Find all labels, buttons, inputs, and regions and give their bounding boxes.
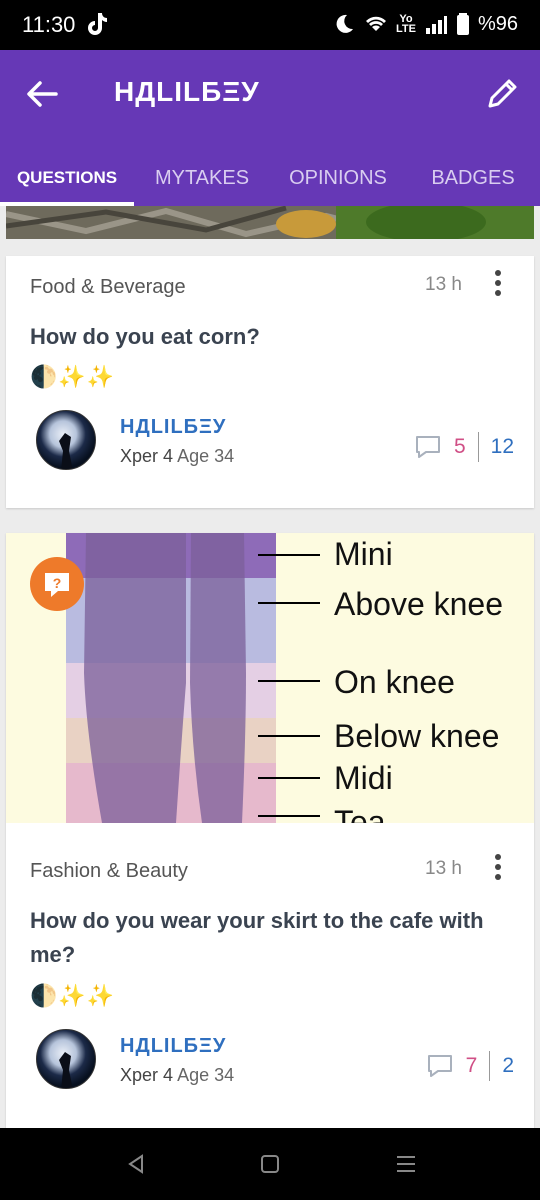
battery-icon — [456, 13, 469, 35]
tiktok-icon — [88, 13, 107, 35]
chart-label-on-knee: On knee — [334, 664, 455, 700]
vote-count: 2 — [502, 1054, 514, 1077]
status-right: Yo LTE %96 — [332, 12, 518, 36]
post-image-partial — [6, 206, 534, 239]
skirt-length-chart-image: Mini Above knee On knee Below knee Midi … — [6, 533, 534, 823]
back-arrow-icon[interactable] — [22, 76, 62, 112]
question-badge-icon: ? — [30, 557, 84, 611]
xper-level: Xper 4 — [120, 446, 174, 466]
post-stats: 5 12 — [414, 432, 514, 462]
comment-icon — [415, 436, 440, 458]
author-name[interactable]: НДLILБΞУ — [120, 416, 226, 439]
author-name[interactable]: НДLILБΞУ — [120, 1035, 226, 1058]
comment-icon — [427, 1055, 452, 1077]
nav-home-icon[interactable] — [256, 1150, 284, 1178]
app-bar: НДLILБΞУ QUESTIONS MYTAKES OPINIONS BADG… — [0, 50, 540, 206]
author-age: Age 34 — [177, 446, 235, 466]
post-time: 13 h — [425, 858, 462, 879]
more-options-icon[interactable] — [488, 852, 508, 882]
question-title[interactable]: How do you wear your skirt to the cafe w… — [30, 904, 506, 972]
pencil-icon[interactable] — [482, 74, 522, 114]
chart-label-midi: Midi — [334, 760, 393, 796]
moon-icon — [336, 14, 353, 33]
battery-level: %96 — [477, 12, 518, 35]
nav-recents-icon[interactable] — [392, 1150, 420, 1178]
comment-count: 5 — [453, 435, 466, 458]
question-title[interactable]: How do you eat corn? — [30, 320, 506, 354]
author-age: Age 34 — [177, 1065, 235, 1085]
avatar-silhouette — [59, 1052, 73, 1088]
vote-count: 12 — [490, 435, 514, 458]
post-time: 13 h — [425, 274, 462, 295]
system-nav-bar — [0, 1128, 540, 1200]
question-card[interactable]: Mini Above knee On knee Below knee Midi … — [6, 533, 534, 1128]
avatar[interactable] — [36, 410, 96, 470]
chart-label-mini: Mini — [334, 536, 393, 572]
nav-back-icon[interactable] — [122, 1150, 150, 1178]
status-time: 11:30 — [22, 12, 76, 37]
stats-divider — [489, 1051, 491, 1081]
question-emoji: 🌓✨✨ — [30, 364, 116, 389]
avatar-silhouette — [59, 433, 73, 469]
author-meta: Xper 4 Age 34 — [120, 1065, 234, 1086]
question-card[interactable]: Food & Beverage 13 h How do you eat corn… — [6, 256, 534, 508]
profile-tabs: QUESTIONS MYTAKES OPINIONS BADGES — [0, 150, 540, 206]
lte-indicator: Yo LTE — [396, 13, 416, 35]
post-image[interactable]: Mini Above knee On knee Below knee Midi … — [6, 533, 534, 823]
svg-text:?: ? — [53, 575, 62, 591]
more-options-icon[interactable] — [488, 268, 508, 298]
post-category[interactable]: Food & Beverage — [30, 276, 186, 299]
profile-title: НДLILБΞУ — [114, 76, 260, 107]
author-meta: Xper 4 Age 34 — [120, 446, 234, 467]
chart-label-tea: Tea — [334, 804, 386, 823]
question-emoji: 🌓✨✨ — [30, 983, 116, 1008]
post-image[interactable] — [6, 206, 534, 239]
tab-badges[interactable]: BADGES — [406, 150, 540, 206]
tab-questions[interactable]: QUESTIONS — [0, 150, 134, 206]
chart-label-above-knee: Above knee — [334, 586, 503, 622]
post-category[interactable]: Fashion & Beauty — [30, 860, 188, 883]
signal-icon — [425, 16, 447, 34]
status-bar: 11:30 Yo LTE %96 — [0, 0, 540, 50]
questions-feed[interactable]: Food & Beverage 13 h How do you eat corn… — [0, 206, 540, 1128]
chart-label-below-knee: Below knee — [334, 718, 499, 754]
xper-level: Xper 4 — [120, 1065, 174, 1085]
stats-divider — [477, 432, 479, 462]
avatar[interactable] — [36, 1029, 96, 1089]
comment-count: 7 — [465, 1054, 478, 1077]
tab-opinions[interactable]: OPINIONS — [270, 150, 406, 206]
tab-mytakes[interactable]: MYTAKES — [134, 150, 270, 206]
wifi-icon — [366, 16, 386, 31]
post-stats: 7 2 — [426, 1051, 514, 1081]
